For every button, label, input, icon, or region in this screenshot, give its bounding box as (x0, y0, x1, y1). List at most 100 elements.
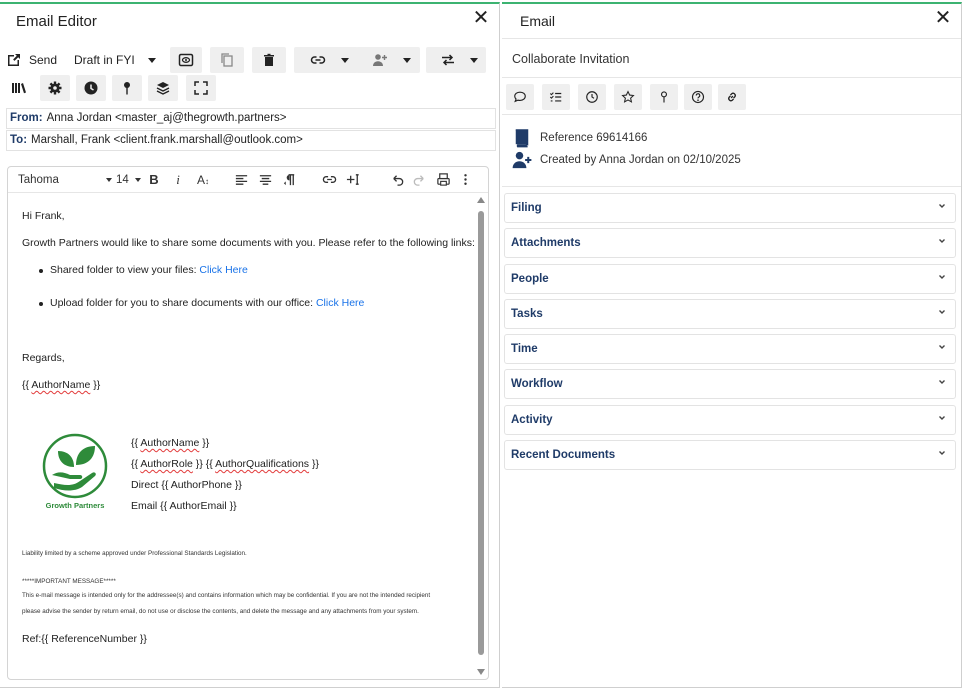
intro-text: Growth Partners would like to share some… (22, 237, 475, 249)
divider (502, 114, 961, 115)
size-caret-icon (135, 177, 141, 182)
shared-folder-link[interactable]: Click Here (199, 264, 247, 276)
status-caret-icon (148, 58, 156, 63)
add-people-dropdown-button[interactable] (356, 47, 420, 73)
section-attachments[interactable]: Attachments (504, 228, 956, 258)
preview-button[interactable] (170, 47, 202, 73)
email-subject: Collaborate Invitation (512, 52, 630, 66)
author-name-placeholder: AuthorName (31, 379, 91, 391)
undo-icon (392, 175, 403, 187)
editor-scrollbar[interactable] (476, 195, 486, 677)
font-size-value: 14 (116, 174, 129, 186)
section-activity[interactable]: Activity (504, 405, 956, 435)
chevron-down-icon (939, 204, 945, 208)
time-button[interactable] (76, 75, 106, 101)
to-label: To: (10, 134, 28, 146)
align-center-button[interactable] (256, 171, 274, 189)
bullet2-text: Upload folder for you to share documents… (50, 297, 316, 309)
section-workflow[interactable]: Workflow (504, 369, 956, 399)
insert-link-button[interactable] (320, 171, 338, 189)
scroll-thumb[interactable] (478, 211, 484, 655)
send-button[interactable]: Send (6, 47, 62, 73)
to-value: Marshall, Frank <client.frank.marshall@o… (31, 134, 303, 146)
divider (502, 38, 961, 39)
email-body-editor[interactable]: Tahoma 14 B i A↕ Hi Frank, Growth Partne… (7, 166, 489, 680)
important-message-heading: *****IMPORTANT MESSAGE***** (22, 578, 116, 585)
undo-button[interactable] (388, 171, 406, 189)
fullscreen-button[interactable] (186, 75, 216, 101)
preview-icon (178, 53, 194, 67)
link-caret-icon (341, 58, 349, 63)
link-icon (310, 56, 326, 64)
print-button[interactable] (434, 171, 452, 189)
favourite-button[interactable] (614, 84, 642, 110)
send-icon (8, 54, 20, 66)
settings-button[interactable] (40, 75, 70, 101)
chevron-down-icon (939, 345, 945, 349)
link-dropdown-button[interactable] (294, 47, 358, 73)
editor-close-button[interactable]: ✕ (471, 8, 491, 30)
layers-icon (156, 82, 170, 95)
copy-button[interactable] (210, 47, 244, 73)
history-button[interactable] (578, 84, 606, 110)
more-options-button[interactable] (458, 171, 472, 189)
upload-folder-link[interactable]: Click Here (316, 297, 364, 309)
font-family-select[interactable]: Tahoma (18, 171, 108, 189)
pin-button[interactable] (112, 75, 142, 101)
comment-button[interactable] (506, 84, 534, 110)
scroll-up-icon[interactable] (477, 197, 485, 203)
library-icon (12, 83, 26, 94)
reference-row: Reference 69614166 (512, 128, 647, 148)
comment-icon (514, 91, 526, 103)
text-size-button[interactable]: A↕ (192, 171, 214, 189)
italic-button[interactable]: i (170, 171, 186, 189)
email-body-content[interactable]: Hi Frank, Growth Partners would like to … (8, 193, 475, 679)
layers-button[interactable] (148, 75, 178, 101)
redo-button[interactable] (410, 171, 428, 189)
insert-field-button[interactable] (344, 171, 362, 189)
insert-link-icon (322, 176, 336, 184)
paragraph-button[interactable] (280, 171, 298, 189)
bullet-item-upload-folder: Upload folder for you to share documents… (50, 297, 364, 309)
font-size-select[interactable]: 14 (116, 171, 142, 189)
disclaimer-line-2: please advise the sender by return email… (22, 608, 419, 615)
signature-email: Email {{ AuthorEmail }} (131, 500, 237, 512)
created-text: Created by Anna Jordan on 02/10/2025 (540, 154, 741, 166)
scroll-down-icon[interactable] (477, 669, 485, 675)
font-caret-icon (104, 171, 114, 189)
email-details-pane: Email ✕ Collaborate Invitation Reference… (502, 2, 962, 688)
chevron-down-icon (939, 239, 945, 243)
section-tasks[interactable]: Tasks (504, 299, 956, 329)
checklist-button[interactable] (542, 84, 570, 110)
section-filing[interactable]: Filing (504, 193, 956, 223)
to-row[interactable]: To: Marshall, Frank <client.frank.marshal… (6, 130, 496, 151)
email-editor-pane: Email Editor ✕ Send Draft in FYI From: A… (0, 2, 500, 688)
align-left-button[interactable] (232, 171, 250, 189)
bold-button[interactable]: B (146, 171, 162, 189)
library-button[interactable] (6, 75, 32, 101)
help-button[interactable] (684, 84, 712, 110)
chevron-down-icon (939, 275, 945, 279)
section-recent-documents[interactable]: Recent Documents (504, 440, 956, 470)
from-row: From: Anna Jordan <master_aj@thegrowth.pa… (6, 108, 496, 129)
bullet-dot (39, 302, 43, 306)
signature-direct: Direct {{ AuthorPhone }} (131, 479, 242, 491)
editor-title: Email Editor (16, 13, 97, 30)
transfer-dropdown-button[interactable] (426, 47, 486, 73)
details-close-button[interactable]: ✕ (933, 8, 953, 30)
font-family-value: Tahoma (18, 174, 59, 186)
pin-button[interactable] (650, 84, 678, 110)
print-icon (436, 173, 450, 187)
section-people[interactable]: People (504, 264, 956, 294)
sig-qual-placeholder: AuthorQualifications (215, 458, 310, 470)
reference-number-field: Ref:{{ ReferenceNumber }} (22, 633, 147, 645)
copy-link-button[interactable] (718, 84, 746, 110)
author-name-field: {{ AuthorName }} (22, 379, 101, 391)
chevron-down-icon (939, 416, 945, 420)
signature-name: {{ AuthorName }} (131, 437, 210, 449)
delete-button[interactable] (252, 47, 286, 73)
section-time[interactable]: Time (504, 334, 956, 364)
disclaimer-line-1: This e-mail message is intended only for… (22, 592, 431, 599)
person-add-icon (512, 151, 532, 169)
status-dropdown[interactable]: Draft in FYI (68, 47, 162, 73)
